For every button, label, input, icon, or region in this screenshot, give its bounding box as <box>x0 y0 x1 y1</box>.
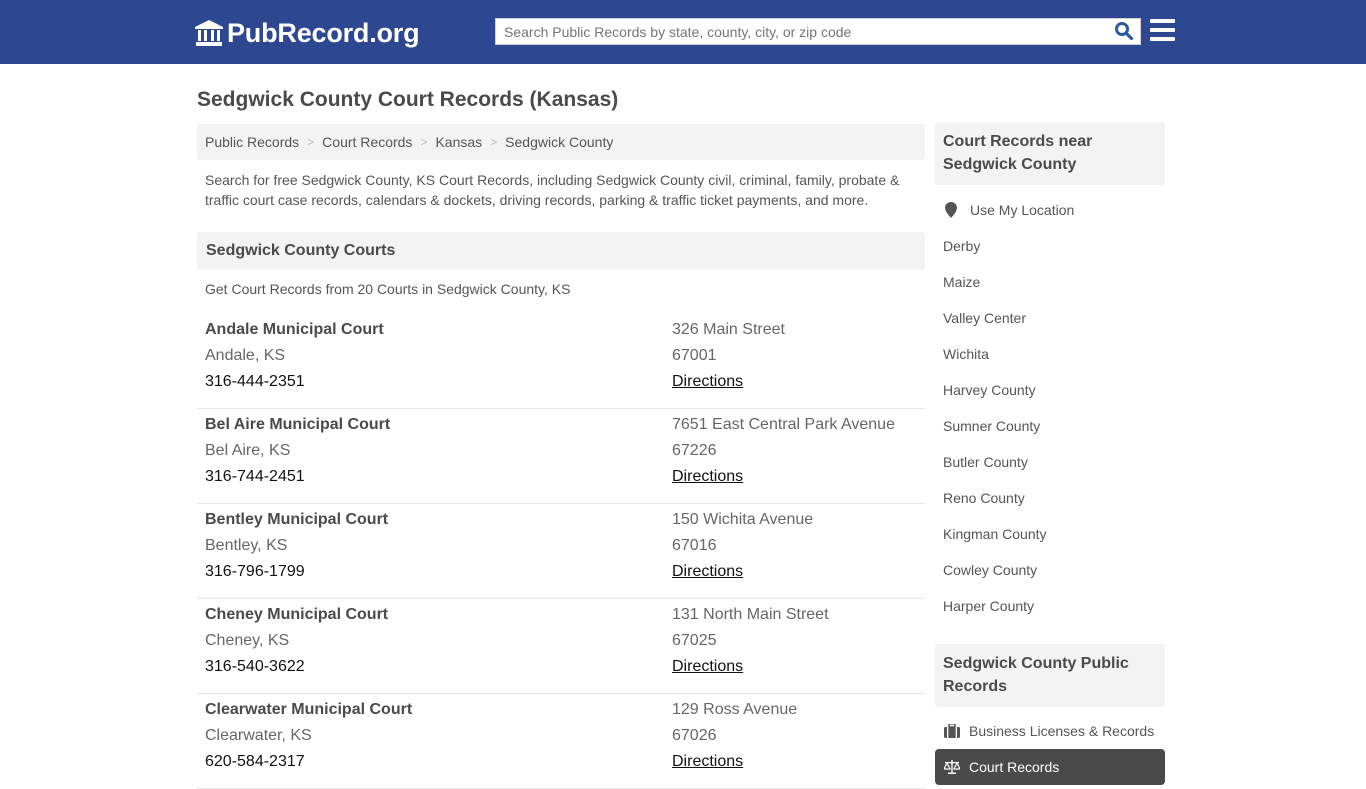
breadcrumb-kansas[interactable]: Kansas <box>435 134 482 150</box>
nearby-panel: Court Records near Sedgwick County <box>935 122 1165 185</box>
court-list-item: Bel Aire Municipal Court Bel Aire, KS 31… <box>197 409 925 504</box>
court-zip: 67001 <box>672 347 717 364</box>
directions-link[interactable]: Directions <box>672 563 743 580</box>
court-name[interactable]: Clearwater Municipal Court <box>205 700 412 726</box>
public-record-link-business-licenses[interactable]: Business Licenses & Records <box>935 713 1165 749</box>
breadcrumb-separator: > <box>420 135 428 149</box>
search-input[interactable] <box>496 19 1106 44</box>
search-box <box>495 18 1141 45</box>
court-name[interactable]: Andale Municipal Court <box>205 320 384 346</box>
court-list-item: Cheney Municipal Court Cheney, KS 316-54… <box>197 599 925 694</box>
nearby-link-kingman-county[interactable]: Kingman County <box>935 516 1165 552</box>
page-title: Sedgwick County Court Records (Kansas) <box>197 88 619 111</box>
court-address: 150 Wichita Avenue <box>672 511 814 528</box>
search-icon <box>1115 22 1134 41</box>
court-address: 7651 East Central Park Avenue <box>672 416 895 433</box>
nearby-link-reno-county[interactable]: Reno County <box>935 480 1165 516</box>
court-phone[interactable]: 316-444-2351 <box>205 372 384 398</box>
breadcrumb-public-records[interactable]: Public Records <box>205 134 299 150</box>
nearby-heading: Court Records near Sedgwick County <box>935 122 1165 185</box>
use-my-location-button[interactable]: Use My Location <box>935 192 1165 228</box>
courts-count-text: Get Court Records from 20 Courts in Sedg… <box>205 281 571 297</box>
court-city: Cheney, KS <box>205 632 290 649</box>
court-phone[interactable]: 316-744-2451 <box>205 467 390 493</box>
search-button[interactable] <box>1112 21 1136 43</box>
court-list-item: Bentley Municipal Court Bentley, KS 316-… <box>197 504 925 599</box>
breadcrumb-court-records[interactable]: Court Records <box>322 134 412 150</box>
public-records-list: Business Licenses & Records Court Record… <box>935 713 1165 785</box>
court-list-item: Clearwater Municipal Court Clearwater, K… <box>197 694 925 789</box>
court-zip: 67026 <box>672 727 717 744</box>
briefcase-icon <box>944 724 960 738</box>
breadcrumb-separator: > <box>490 135 498 149</box>
court-zip: 67016 <box>672 537 717 554</box>
map-marker-icon <box>945 202 957 218</box>
court-phone[interactable]: 316-540-3622 <box>205 657 388 683</box>
nearby-link-derby[interactable]: Derby <box>935 228 1165 264</box>
nearby-link-sumner-county[interactable]: Sumner County <box>935 408 1165 444</box>
court-name[interactable]: Bentley Municipal Court <box>205 510 388 536</box>
court-zip: 67025 <box>672 632 717 649</box>
nearby-list: Use My Location Derby Maize Valley Cente… <box>935 192 1165 624</box>
menu-bar-icon <box>1150 28 1175 32</box>
court-city: Bentley, KS <box>205 537 288 554</box>
court-name[interactable]: Bel Aire Municipal Court <box>205 415 390 441</box>
breadcrumb-separator: > <box>307 135 315 149</box>
court-city: Clearwater, KS <box>205 727 312 744</box>
court-zip: 67226 <box>672 442 717 459</box>
court-phone[interactable]: 620-584-2317 <box>205 752 412 778</box>
intro-text: Search for free Sedgwick County, KS Cour… <box>205 172 900 208</box>
breadcrumb-sedgwick-county[interactable]: Sedgwick County <box>505 134 613 150</box>
court-address: 131 North Main Street <box>672 606 829 623</box>
directions-link[interactable]: Directions <box>672 468 743 485</box>
directions-link[interactable]: Directions <box>672 658 743 675</box>
menu-bar-icon <box>1150 37 1175 41</box>
directions-link[interactable]: Directions <box>672 753 743 770</box>
hamburger-menu-button[interactable] <box>1150 19 1175 42</box>
court-city: Andale, KS <box>205 347 286 364</box>
public-record-label: Business Licenses & Records <box>969 723 1155 739</box>
scales-icon <box>944 760 960 774</box>
courthouse-icon <box>195 20 223 46</box>
nearby-link-wichita[interactable]: Wichita <box>935 336 1165 372</box>
logo-text: PubRecord.org <box>227 17 420 48</box>
public-records-panel: Sedgwick County Public Records <box>935 644 1165 707</box>
directions-link[interactable]: Directions <box>672 373 743 390</box>
court-list-item: Andale Municipal Court Andale, KS 316-44… <box>197 314 925 409</box>
public-record-link-court-records[interactable]: Court Records <box>935 749 1165 785</box>
top-navigation-bar: PubRecord.org <box>0 0 1366 64</box>
use-my-location-label: Use My Location <box>970 202 1075 218</box>
courts-list: Andale Municipal Court Andale, KS 316-44… <box>197 314 925 789</box>
nearby-link-butler-county[interactable]: Butler County <box>935 444 1165 480</box>
nearby-link-valley-center[interactable]: Valley Center <box>935 300 1165 336</box>
nearby-link-maize[interactable]: Maize <box>935 264 1165 300</box>
court-address: 129 Ross Avenue <box>672 701 798 718</box>
public-records-heading: Sedgwick County Public Records <box>935 644 1165 707</box>
court-phone[interactable]: 316-796-1799 <box>205 562 388 588</box>
courts-section-heading: Sedgwick County Courts <box>197 232 925 270</box>
court-city: Bel Aire, KS <box>205 442 291 459</box>
court-address: 326 Main Street <box>672 321 785 338</box>
breadcrumb: Public Records > Court Records > Kansas … <box>197 124 925 160</box>
nearby-link-cowley-county[interactable]: Cowley County <box>935 552 1165 588</box>
court-name[interactable]: Cheney Municipal Court <box>205 605 388 631</box>
public-record-label: Court Records <box>969 759 1060 775</box>
nearby-link-harvey-county[interactable]: Harvey County <box>935 372 1165 408</box>
site-logo[interactable]: PubRecord.org <box>195 17 420 49</box>
menu-bar-icon <box>1150 19 1175 23</box>
nearby-link-harper-county[interactable]: Harper County <box>935 588 1165 624</box>
